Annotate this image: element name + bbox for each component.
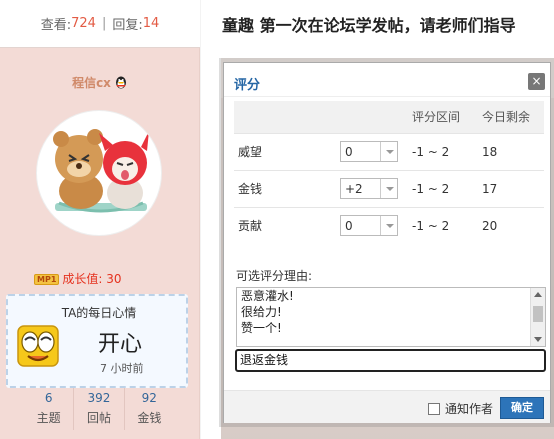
col-header-range: 评分区间 [412,101,482,133]
score-name: 威望 [234,132,340,170]
stat-value: 392 [87,391,111,405]
dialog-header: 评分 × [224,63,550,97]
select-value: 0 [345,218,353,233]
rating-table: 评分区间 今日剩余 威望 0 -1 ~ 2 18 金钱 +2 -1 ~ 2 17… [234,101,544,244]
score-name: 金钱 [234,169,340,207]
post-title[interactable]: 童趣 第一次在论坛学发帖，请老师们指导 [222,12,516,36]
col-header-name [234,101,340,133]
table-row: 金钱 +2 -1 ~ 2 17 [234,169,544,207]
stat-label: 回帖 [86,411,111,425]
stat-value: 6 [44,391,53,405]
score-remaining: 20 [482,206,544,244]
bear-avatar-illustration [53,129,149,213]
scroll-down-icon[interactable] [534,337,542,342]
scrollbar[interactable] [530,288,545,346]
author-name[interactable]: 程信cx [72,76,111,90]
scroll-thumb[interactable] [533,306,543,322]
table-row: 威望 0 -1 ~ 2 18 [234,132,544,170]
author-name-row: 程信cx [0,74,200,91]
stat-replies[interactable]: 392 回帖 [74,388,125,430]
stats-separator: | [101,16,107,31]
score-range: -1 ~ 2 [412,206,482,244]
mood-text: 开心 [98,332,143,357]
replies-count: 14 [142,16,160,31]
reason-input[interactable]: 退返金钱 [235,349,546,372]
stat-topics[interactable]: 6 主题 [24,388,75,430]
score-name: 贡献 [234,206,340,244]
scroll-up-icon[interactable] [534,292,542,297]
daily-mood-card: TA的每日心情 开心 7 小时前 [6,294,188,388]
score-remaining: 18 [482,132,544,170]
dialog-footer: 通知作者 确定 [224,390,550,423]
stat-value: 92 [141,391,157,405]
select-value: 0 [345,144,353,159]
mood-title: TA的每日心情 [61,306,137,320]
chevron-down-icon[interactable] [380,216,397,236]
contribution-select[interactable]: 0 [340,215,398,237]
chevron-down-icon[interactable] [380,179,397,198]
notify-label: 通知作者 [445,402,494,416]
views-label: 查看: [40,18,72,33]
growth-value: MP1 成长值: 30 [34,270,122,287]
reason-listbox[interactable]: 恶意灌水! 很给力! 赞一个! [236,287,546,347]
growth-text: 成长值: 30 [62,272,122,286]
reason-label: 可选评分理由: [236,269,313,283]
close-icon[interactable]: × [528,73,545,90]
col-header-value [340,101,412,133]
table-row: 贡献 0 -1 ~ 2 20 [234,206,544,244]
happy-face-icon [17,325,59,367]
score-remaining: 17 [482,169,544,207]
stat-label: 主题 [36,411,61,425]
mood-time: 7 小时前 [100,362,144,375]
reason-option[interactable]: 很给力! [237,304,545,320]
score-range: -1 ~ 2 [412,132,482,170]
views-count: 724 [71,16,96,31]
chevron-down-icon[interactable] [380,142,397,161]
reason-option[interactable]: 恶意灌水! [237,288,545,304]
reason-option[interactable]: 赞一个! [237,320,545,336]
author-stats: 6 主题 392 回帖 92 金钱 [24,388,174,430]
money-select[interactable]: +2 [340,178,398,199]
dialog-title: 评分 [234,78,261,93]
stat-money[interactable]: 92 金钱 [125,388,174,430]
confirm-button[interactable]: 确定 [500,397,544,419]
score-range: -1 ~ 2 [412,169,482,207]
mp-badge: MP1 [34,274,60,285]
checkbox-icon[interactable] [428,402,440,415]
prestige-select[interactable]: 0 [340,141,398,162]
rating-dialog: 评分 × 评分区间 今日剩余 威望 0 -1 ~ 2 18 金钱 +2 -1 ~… [223,62,551,423]
col-header-remaining: 今日剩余 [482,101,544,133]
select-value: +2 [345,181,363,196]
avatar[interactable] [36,110,162,236]
thread-stats-bar: 查看: 724 | 回复: 14 [0,0,200,48]
stat-label: 金钱 [137,411,162,425]
replies-label: 回复: [112,18,143,33]
author-sidebar: 程信cx MP1 成长值: 30 TA的每日心情 开心 7 小时前 6 主题 3… [0,48,200,439]
notify-author-checkbox[interactable]: 通知作者 [428,400,493,417]
qq-penguin-icon[interactable] [114,75,128,89]
